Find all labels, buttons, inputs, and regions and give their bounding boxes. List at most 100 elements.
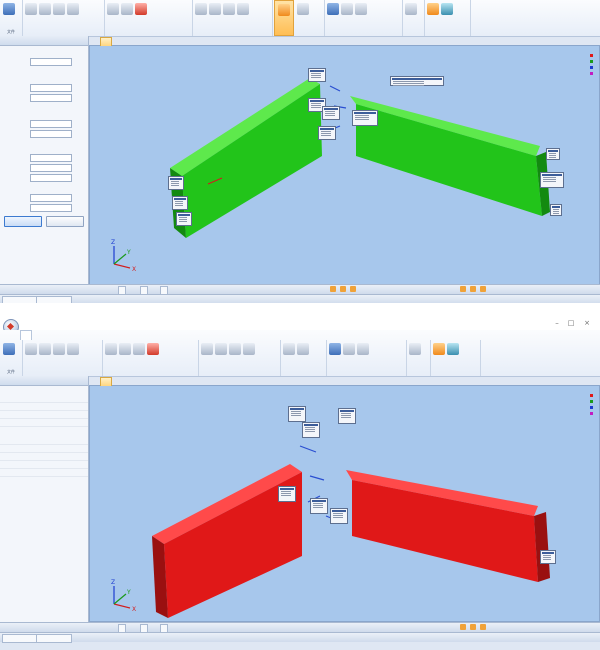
plane-icon[interactable] [229, 343, 241, 355]
edit-icon[interactable] [297, 3, 309, 15]
annotation-box[interactable] [168, 176, 184, 190]
value-field[interactable] [30, 204, 72, 212]
green-beam-model[interactable]: Z X Y [90, 46, 599, 284]
tab[interactable] [42, 331, 52, 340]
tool-icon[interactable] [340, 286, 346, 292]
ruler-icon[interactable] [105, 343, 117, 355]
tool-icon[interactable] [470, 286, 476, 292]
distance-icon[interactable] [119, 343, 131, 355]
zoom-icon[interactable] [53, 3, 65, 15]
list-icon[interactable] [357, 343, 369, 355]
annotation-box[interactable] [308, 68, 326, 82]
rotate-icon[interactable] [25, 343, 37, 355]
tool-icon[interactable] [350, 286, 356, 292]
annotation-box[interactable] [352, 110, 378, 126]
pen-icon[interactable] [409, 343, 421, 355]
import-icon[interactable] [3, 343, 15, 355]
annotation-box[interactable] [310, 498, 328, 514]
tool-icon[interactable] [460, 624, 466, 630]
tab[interactable] [92, 331, 102, 340]
check-icon[interactable] [343, 343, 355, 355]
annotation-box[interactable] [318, 126, 336, 140]
distance-icon[interactable] [121, 3, 133, 15]
property-row[interactable] [0, 461, 88, 469]
annotation-box[interactable] [540, 550, 556, 564]
confirm-button[interactable] [4, 216, 42, 227]
window-icon[interactable] [441, 3, 453, 15]
check-icon[interactable] [341, 3, 353, 15]
annotation-box[interactable] [322, 106, 340, 120]
pan-icon[interactable] [39, 3, 51, 15]
constraint-icon[interactable] [201, 343, 213, 355]
value-field[interactable] [30, 174, 72, 182]
joint-icon[interactable] [283, 343, 295, 355]
list-icon[interactable] [355, 3, 367, 15]
axis-icon[interactable] [215, 343, 227, 355]
property-row[interactable] [0, 419, 88, 427]
delete-icon[interactable] [135, 3, 147, 15]
select-field[interactable] [30, 84, 72, 92]
analysis-icon[interactable] [329, 343, 341, 355]
point-icon[interactable] [243, 343, 255, 355]
ruler-icon[interactable] [107, 3, 119, 15]
3d-viewport[interactable]: Z X Y [89, 385, 600, 622]
tool-icon[interactable] [480, 286, 486, 292]
tool-icon[interactable] [480, 624, 486, 630]
select-field[interactable] [30, 94, 72, 102]
panel-tab[interactable] [2, 296, 38, 303]
angle-icon[interactable] [133, 343, 145, 355]
annotation-box[interactable] [172, 196, 188, 210]
fit-icon[interactable] [67, 343, 79, 355]
tab-home[interactable] [20, 330, 32, 340]
constraint-icon[interactable] [195, 3, 207, 15]
tab[interactable] [62, 331, 72, 340]
window-icon[interactable] [447, 343, 459, 355]
point-icon[interactable] [237, 3, 249, 15]
select-field[interactable] [30, 130, 72, 138]
tool-icon[interactable] [460, 286, 466, 292]
3d-viewport[interactable]: Z X Y [89, 45, 600, 285]
annotation-box[interactable] [278, 486, 296, 502]
tab[interactable] [72, 331, 82, 340]
annotation-box[interactable] [390, 76, 444, 86]
import-icon[interactable] [3, 3, 15, 15]
document-tab[interactable] [100, 37, 112, 46]
tab[interactable] [102, 331, 112, 340]
maximize-icon[interactable]: □ [566, 319, 576, 328]
value-field[interactable] [30, 154, 72, 162]
zoom-icon[interactable] [53, 343, 65, 355]
property-row[interactable] [0, 469, 88, 477]
cancel-button[interactable] [46, 216, 84, 227]
tab[interactable] [52, 331, 62, 340]
layout-icon[interactable] [427, 3, 439, 15]
delete-icon[interactable] [147, 343, 159, 355]
annotation-box[interactable] [330, 508, 348, 524]
link-icon[interactable] [297, 343, 309, 355]
fit-icon[interactable] [67, 3, 79, 15]
property-row[interactable] [0, 395, 88, 403]
annotation-box[interactable] [550, 204, 562, 216]
plane-icon[interactable] [223, 3, 235, 15]
panel-tab[interactable] [36, 296, 72, 303]
annotation-box[interactable] [540, 172, 564, 188]
tab[interactable] [32, 331, 42, 340]
value-field[interactable] [30, 164, 72, 172]
property-row[interactable] [0, 453, 88, 461]
annotation-box[interactable] [302, 422, 320, 438]
annotation-box[interactable] [546, 148, 560, 160]
layout-icon[interactable] [433, 343, 445, 355]
value-field[interactable] [30, 194, 72, 202]
tool-icon[interactable] [330, 286, 336, 292]
analysis-icon[interactable] [327, 3, 339, 15]
select-field[interactable] [30, 120, 72, 128]
axis-icon[interactable] [209, 3, 221, 15]
name-field[interactable] [30, 58, 72, 66]
panel-tab[interactable] [2, 634, 38, 643]
close-icon[interactable]: × [582, 319, 592, 328]
rotate-icon[interactable] [25, 3, 37, 15]
pen-icon[interactable] [405, 3, 417, 15]
tab[interactable] [82, 331, 92, 340]
property-row[interactable] [0, 445, 88, 453]
annotation-box[interactable] [288, 406, 306, 422]
document-tab[interactable] [100, 377, 112, 386]
